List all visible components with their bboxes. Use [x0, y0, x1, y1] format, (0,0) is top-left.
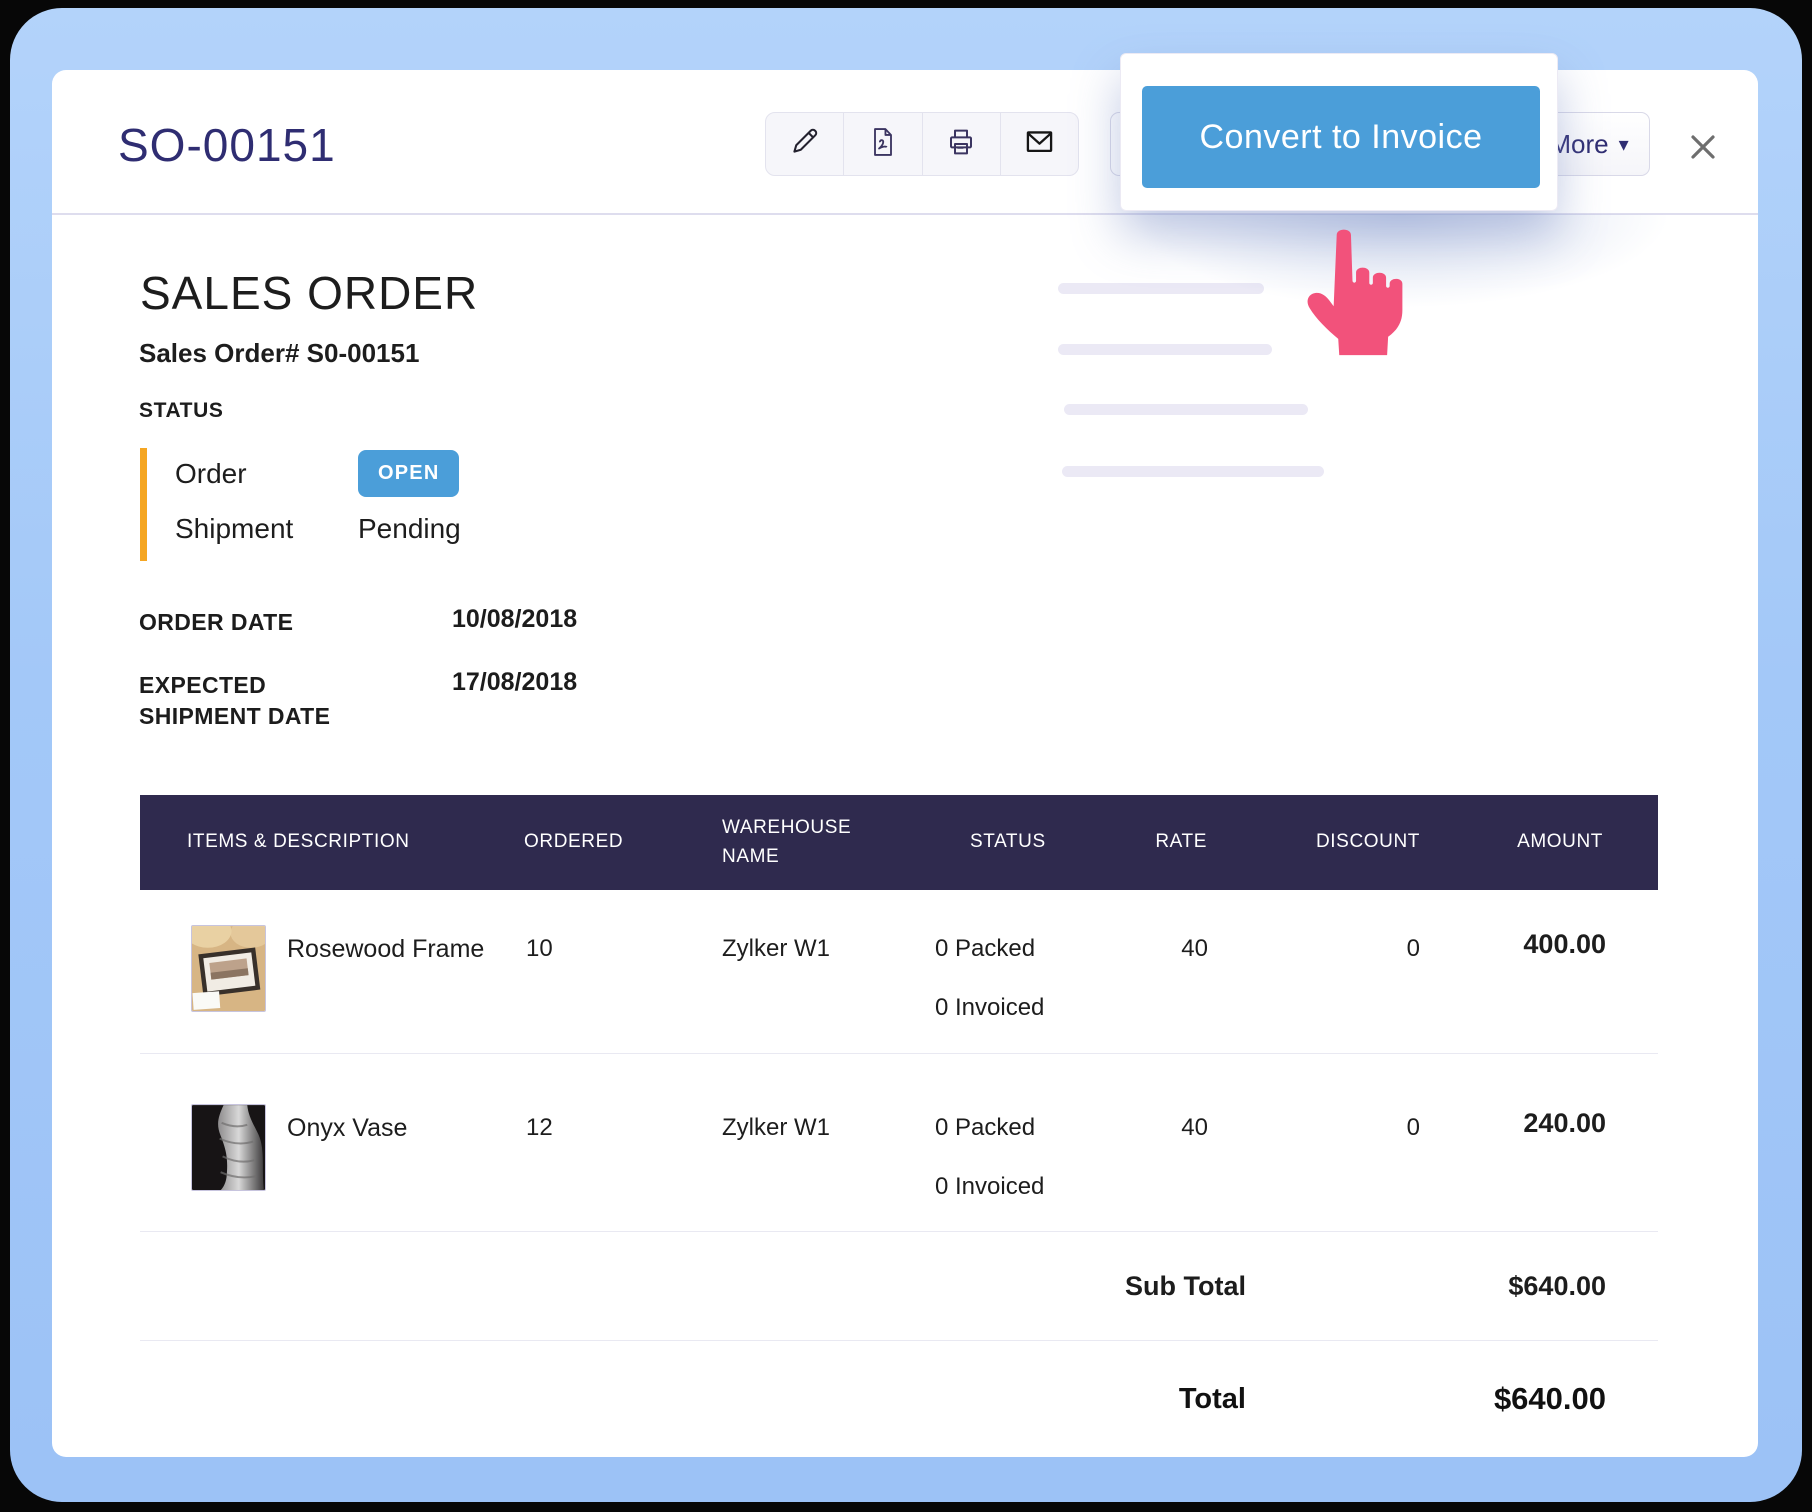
- item-cell: Onyx Vase: [140, 1104, 505, 1231]
- expected-shipment-date-value: 17/08/2018: [452, 668, 577, 697]
- ordered-cell: 10: [505, 925, 700, 1053]
- print-button[interactable]: [923, 113, 1001, 175]
- invoiced-status: 0 Invoiced: [935, 1173, 1120, 1201]
- amount-cell: 240.00: [1432, 1104, 1658, 1231]
- order-date-value: 10/08/2018: [452, 605, 577, 634]
- status-cell: 0 Packed 0 Invoiced: [935, 1104, 1120, 1231]
- total-row: Total $640.00: [140, 1341, 1658, 1457]
- skeleton-line: [1058, 344, 1272, 355]
- column-header-items: ITEMS & DESCRIPTION: [140, 828, 505, 857]
- sales-order-number: Sales Order# S0-00151: [139, 338, 419, 369]
- order-status-badge: OPEN: [358, 450, 459, 497]
- convert-to-invoice-cta-button[interactable]: Convert to Invoice: [1142, 86, 1540, 188]
- table-row: Rosewood Frame 10 Zylker W1 0 Packed 0 I…: [140, 890, 1658, 1054]
- item-name: Onyx Vase: [287, 1114, 407, 1143]
- packed-status: 0 Packed: [935, 935, 1120, 963]
- column-header-amount: AMOUNT: [1432, 828, 1658, 857]
- column-header-warehouse: WAREHOUSE NAME: [700, 814, 870, 871]
- rate-cell: 40: [1120, 925, 1232, 1053]
- more-button-label: More: [1549, 129, 1608, 160]
- discount-cell: 0: [1232, 1104, 1432, 1231]
- rosewood-frame-thumbnail: [191, 925, 266, 1012]
- skeleton-line: [1062, 466, 1324, 477]
- packed-status: 0 Packed: [935, 1114, 1120, 1142]
- printer-icon: [945, 126, 977, 163]
- expected-shipment-date-label: EXPECTED SHIPMENT DATE: [139, 670, 389, 732]
- amount-cell: 400.00: [1432, 925, 1658, 1053]
- line-items-table: ITEMS & DESCRIPTION ORDERED WAREHOUSE NA…: [140, 795, 1658, 1457]
- item-cell: Rosewood Frame: [140, 925, 505, 1053]
- rate-cell: 40: [1120, 1104, 1232, 1231]
- sub-total-row: Sub Total $640.00: [140, 1232, 1658, 1341]
- toolbar-icon-group: [765, 112, 1079, 176]
- warehouse-cell: Zylker W1: [700, 925, 935, 1053]
- order-status-label: Order: [175, 458, 358, 490]
- shipment-status-row: Shipment Pending: [175, 513, 461, 545]
- column-header-discount: DISCOUNT: [1232, 828, 1432, 857]
- close-button[interactable]: [1684, 128, 1722, 166]
- total-label: Total: [1179, 1383, 1246, 1416]
- invoiced-status: 0 Invoiced: [935, 994, 1120, 1022]
- column-header-status: STATUS: [935, 828, 1120, 857]
- document-heading: SALES ORDER: [140, 266, 478, 320]
- status-cell: 0 Packed 0 Invoiced: [935, 925, 1120, 1053]
- status-accent-bar: [140, 448, 147, 561]
- shipment-status-value: Pending: [358, 513, 461, 545]
- total-value: $640.00: [1476, 1381, 1606, 1417]
- order-date-label: ORDER DATE: [139, 607, 293, 638]
- pdf-file-icon: [868, 126, 898, 163]
- item-name: Rosewood Frame: [287, 935, 484, 964]
- close-icon: [1687, 131, 1719, 163]
- column-header-rate: RATE: [1120, 828, 1232, 857]
- skeleton-line: [1064, 404, 1308, 415]
- envelope-icon: [1023, 127, 1056, 162]
- sub-total-label: Sub Total: [1125, 1271, 1246, 1302]
- hand-pointer-cursor-icon: [1297, 222, 1409, 364]
- onyx-vase-thumbnail: [191, 1104, 266, 1191]
- chevron-down-icon: ▾: [1619, 132, 1629, 157]
- email-button[interactable]: [1001, 113, 1078, 175]
- convert-popup: Convert to Invoice: [1120, 53, 1558, 211]
- shipment-status-label: Shipment: [175, 513, 358, 545]
- warehouse-cell: Zylker W1: [700, 1104, 935, 1231]
- pdf-button[interactable]: [844, 113, 922, 175]
- ordered-cell: 12: [505, 1104, 700, 1231]
- status-section-label: STATUS: [139, 399, 223, 423]
- column-header-ordered: ORDERED: [505, 828, 700, 857]
- screenshot-stage: SO-00151: [0, 0, 1812, 1512]
- edit-button[interactable]: [766, 113, 844, 175]
- pencil-icon: [789, 126, 820, 162]
- table-header-row: ITEMS & DESCRIPTION ORDERED WAREHOUSE NA…: [140, 795, 1658, 890]
- order-status-row: Order OPEN: [175, 450, 459, 497]
- sub-total-value: $640.00: [1476, 1271, 1606, 1302]
- table-row: Onyx Vase 12 Zylker W1 0 Packed 0 Invoic…: [140, 1054, 1658, 1232]
- page-title: SO-00151: [118, 118, 336, 172]
- discount-cell: 0: [1232, 925, 1432, 1053]
